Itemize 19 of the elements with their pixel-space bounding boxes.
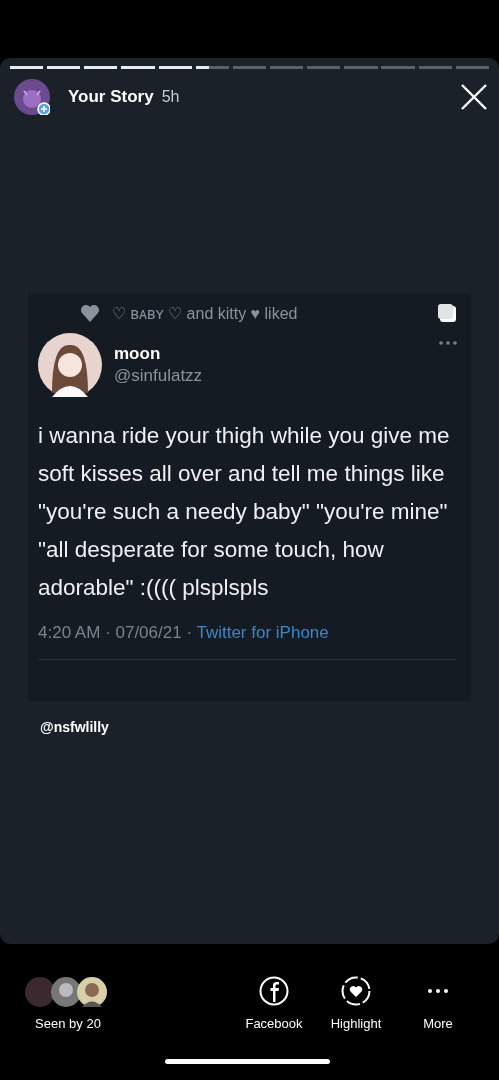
avatar-icon[interactable] <box>14 79 50 115</box>
tweet-text: i wanna ride your thigh while you give me soft kisses all over and tell me things like "you're such a needy baby" "you're mine" "all desperate for some touch, how adorable" :(((( plsplspls <box>38 422 451 602</box>
user-handle: @sinfulatzz <box>114 366 203 386</box>
story-title: Your Story <box>68 87 154 107</box>
action-label[interactable]: More <box>423 1016 453 1031</box>
mention-sticker[interactable]: @nsfwlilly <box>40 719 109 735</box>
facebook-icon[interactable] <box>259 976 289 1006</box>
user-name: moon <box>114 344 162 364</box>
copy-icon[interactable] <box>437 303 457 323</box>
action-label[interactable]: Highlight <box>330 1016 382 1031</box>
heart-icon <box>80 304 100 322</box>
liked-by-text: ♡ ʙᴀʙʏ ♡ and kitty ♥ liked <box>112 303 298 323</box>
close-icon[interactable] <box>461 84 487 110</box>
profile-avatar-icon[interactable] <box>38 333 102 397</box>
action-label[interactable]: Facebook <box>245 1016 303 1031</box>
seen-by-text[interactable]: Seen by 20 <box>35 1016 101 1031</box>
tweet-timestamp: 4:20 AM · 07/06/21 · <box>38 623 194 642</box>
tweet-source: Twitter for iPhone <box>196 623 329 642</box>
story-time: 5h <box>161 88 180 106</box>
